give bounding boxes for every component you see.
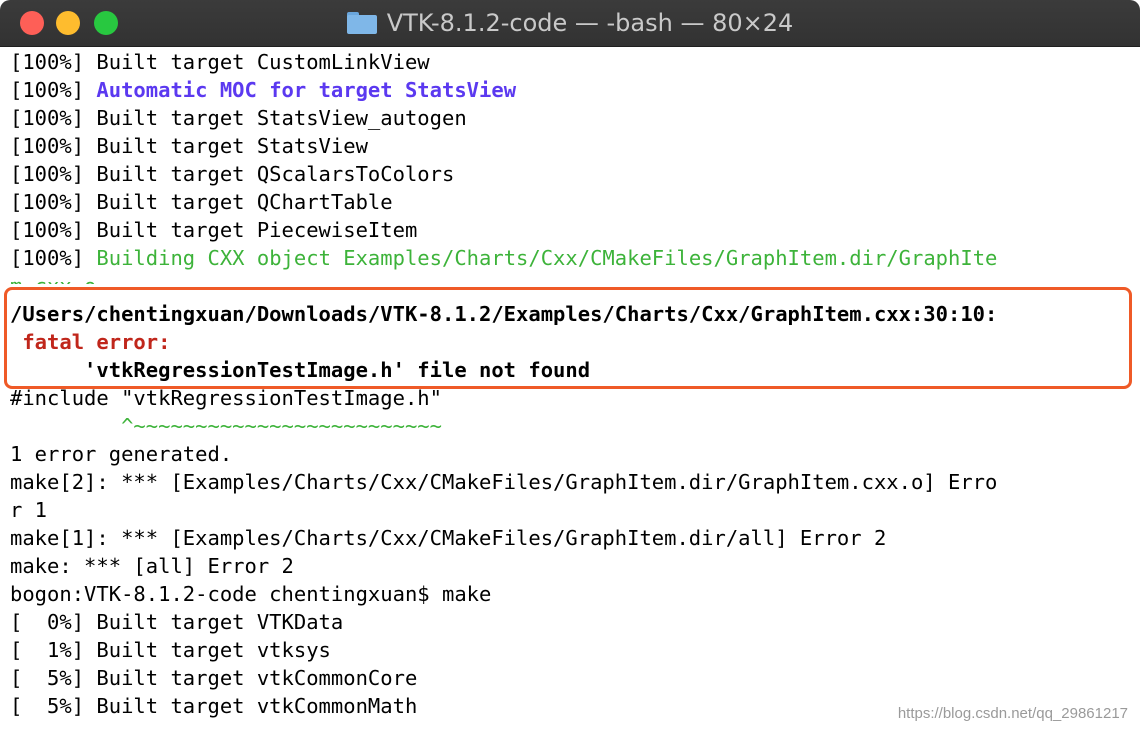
output-line: [100%] Automatic MOC for target StatsVie… (10, 76, 516, 104)
output-line-partial: m.cxx.o (10, 272, 96, 284)
output-line: [ 5%] Built target vtkCommonCore (10, 666, 418, 690)
error-file-path: /Users/chentingxuan/Downloads/VTK-8.1.2/… (10, 302, 998, 326)
include-line: #include "vtkRegressionTestImage.h" (10, 386, 442, 410)
progress-prefix: [100%] (10, 78, 97, 102)
output-line: [ 1%] Built target vtksys (10, 638, 331, 662)
output-line: [100%] Built target StatsView_autogen (10, 106, 467, 130)
terminal-window: VTK-8.1.2-code — -bash — 80×24 [100%] Bu… (0, 0, 1140, 730)
output-line: [100%] Built target QScalarsToColors (10, 162, 455, 186)
title-bar[interactable]: VTK-8.1.2-code — -bash — 80×24 (0, 0, 1140, 47)
moc-status-text: Automatic MOC for target StatsView (96, 78, 517, 102)
error-caret-line: ^~~~~~~~~~~~~~~~~~~~~~~~~~ (10, 414, 442, 438)
output-line: 1 error generated. (10, 442, 233, 466)
fatal-error-label: fatal error: (10, 330, 171, 354)
output-line: r 1 (10, 498, 48, 522)
watermark: https://blog.csdn.net/qq_29861217 (897, 705, 1128, 722)
folder-icon (346, 12, 377, 34)
output-line: make[1]: *** [Examples/Charts/Cxx/CMakeF… (10, 526, 887, 550)
building-status-text: Building CXX object Examples/Charts/Cxx/… (96, 246, 998, 270)
window-title-area: VTK-8.1.2-code — -bash — 80×24 (0, 0, 1140, 46)
terminal-output[interactable]: [100%] Built target CustomLinkView [100%… (0, 47, 1140, 730)
progress-prefix: [100%] (10, 246, 97, 270)
error-message: 'vtkRegressionTestImage.h' file not foun… (10, 358, 591, 382)
output-line: make: *** [all] Error 2 (10, 554, 294, 578)
output-line: [100%] Built target PiecewiseItem (10, 218, 418, 242)
output-line: [100%] Built target QChartTable (10, 190, 393, 214)
output-line: make[2]: *** [Examples/Charts/Cxx/CMakeF… (10, 470, 998, 494)
output-line: [ 0%] Built target VTKData (10, 610, 344, 634)
output-line: [100%] Building CXX object Examples/Char… (10, 244, 997, 272)
shell-prompt-line: bogon:VTK-8.1.2-code chentingxuan$ make (10, 582, 492, 606)
window-title: VTK-8.1.2-code — -bash — 80×24 (386, 9, 794, 37)
output-line: [100%] Built target CustomLinkView (10, 50, 430, 74)
output-line: [100%] Built target StatsView (10, 134, 368, 158)
output-line: [ 5%] Built target vtkCommonMath (10, 694, 418, 718)
